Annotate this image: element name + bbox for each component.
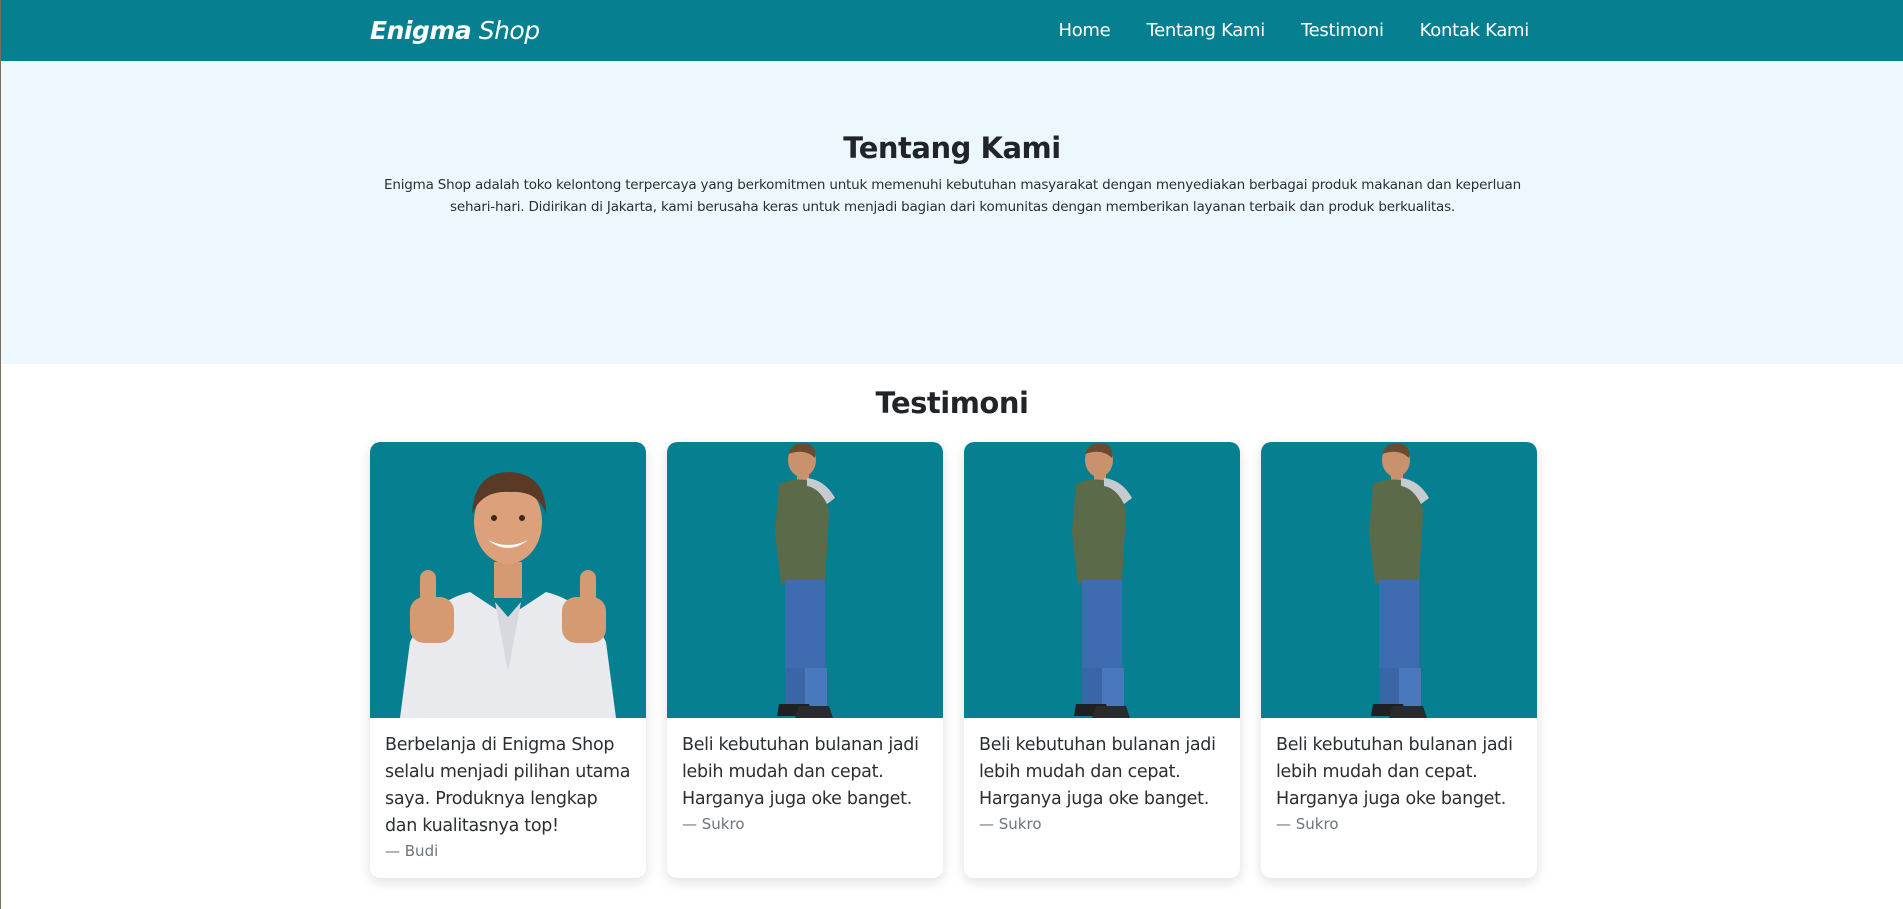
brand-logo[interactable]: Enigma Shop [370,15,540,47]
testimonial-photo-man-thumbs-up [370,442,646,718]
nav-link-tentang-kami[interactable]: Tentang Kami [1146,19,1265,43]
about-text: Enigma Shop adalah toko kelontong terper… [384,177,1521,215]
testimonial-card: Beli kebutuhan bulanan jadi lebih mudah … [1261,442,1537,878]
navbar: Enigma Shop Home Tentang Kami Testimoni … [0,0,1903,61]
testimonial-quote: Beli kebutuhan bulanan jadi lebih mudah … [979,735,1216,809]
testimonials-section: Testimoni Berbelanja di Enigma Shop sela… [0,364,1903,909]
testimonial-author: — Sukro [682,815,745,833]
testimonial-quote: Beli kebutuhan bulanan jadi lebih mudah … [1276,735,1513,809]
testimonial-photo-man-standing [667,442,943,718]
about-section: Tentang Kami Enigma Shop adalah toko kel… [0,61,1903,364]
nav-links: Home Tentang Kami Testimoni Kontak Kami [1058,19,1529,43]
testimonial-quote: Beli kebutuhan bulanan jadi lebih mudah … [682,735,919,809]
testimonial-author: — Budi [385,842,439,860]
nav-link-home[interactable]: Home [1058,19,1110,43]
testimonial-author: — Sukro [979,815,1042,833]
testimonial-quote: Berbelanja di Enigma Shop selalu menjadi… [385,735,631,836]
testimonial-photo-man-standing [964,442,1240,718]
testimonial-photo-man-standing [1261,442,1537,718]
brand-name-bold: Enigma [370,16,472,45]
testimonial-card: Berbelanja di Enigma Shop selalu menjadi… [370,442,646,878]
testimonial-author: — Sukro [1276,815,1339,833]
nav-link-kontak-kami[interactable]: Kontak Kami [1420,19,1530,43]
testimonial-card: Beli kebutuhan bulanan jadi lebih mudah … [667,442,943,878]
testimonials-title: Testimoni [875,386,1029,420]
testimonial-card: Beli kebutuhan bulanan jadi lebih mudah … [964,442,1240,878]
nav-link-testimoni[interactable]: Testimoni [1301,19,1384,43]
about-title: Tentang Kami [843,131,1061,165]
brand-name-light: Shop [478,16,540,45]
